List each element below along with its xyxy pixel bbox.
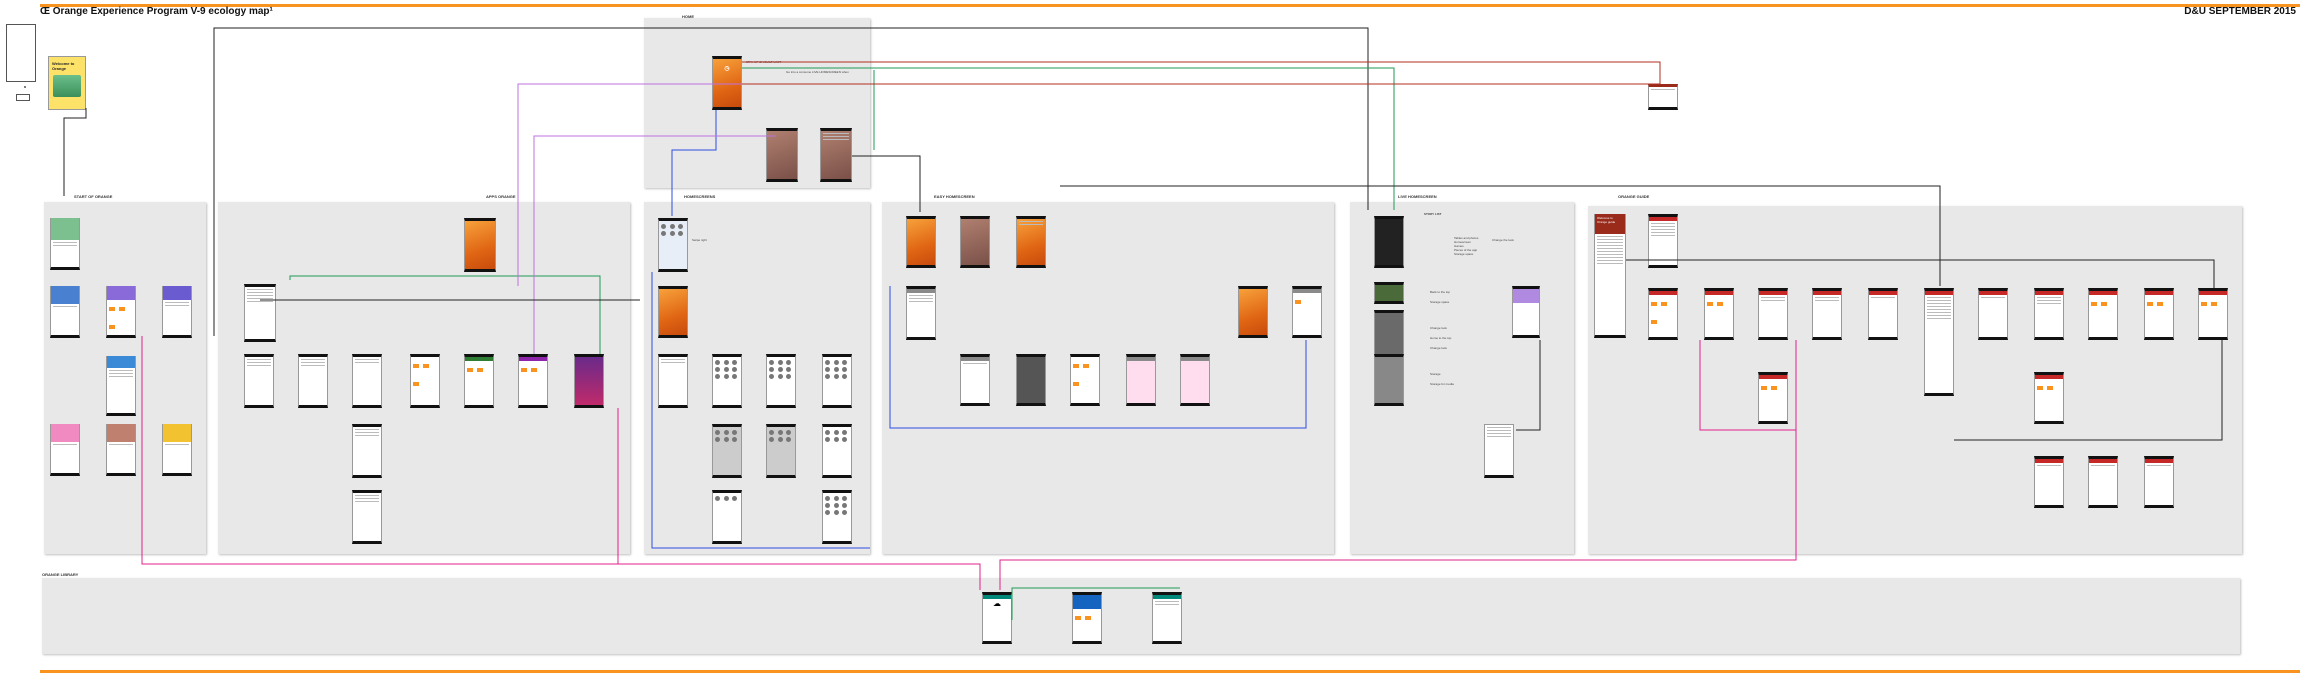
connector-pink xyxy=(1699,340,1796,431)
connector-dark xyxy=(1060,185,1941,286)
connector-green xyxy=(1011,587,1180,620)
connector-green xyxy=(289,275,601,354)
connector-pink xyxy=(141,336,981,590)
connector-dark xyxy=(63,108,87,196)
connector-green xyxy=(742,67,1395,210)
connector-dark xyxy=(213,27,1369,336)
bottom-accent-bar xyxy=(40,670,2300,673)
connector-blue xyxy=(889,286,1307,429)
connector-violet xyxy=(533,135,776,354)
connector-blue xyxy=(671,110,717,216)
connector-dark xyxy=(1954,340,2223,441)
connector-dark xyxy=(1626,259,2215,288)
connector-layer xyxy=(63,27,2223,620)
connector-blue xyxy=(651,272,870,549)
connector-dark xyxy=(1516,340,1541,431)
connector-violet xyxy=(517,83,742,286)
connector-red xyxy=(742,61,1661,84)
connector-pink xyxy=(999,340,1797,590)
connector-dark xyxy=(852,155,921,212)
